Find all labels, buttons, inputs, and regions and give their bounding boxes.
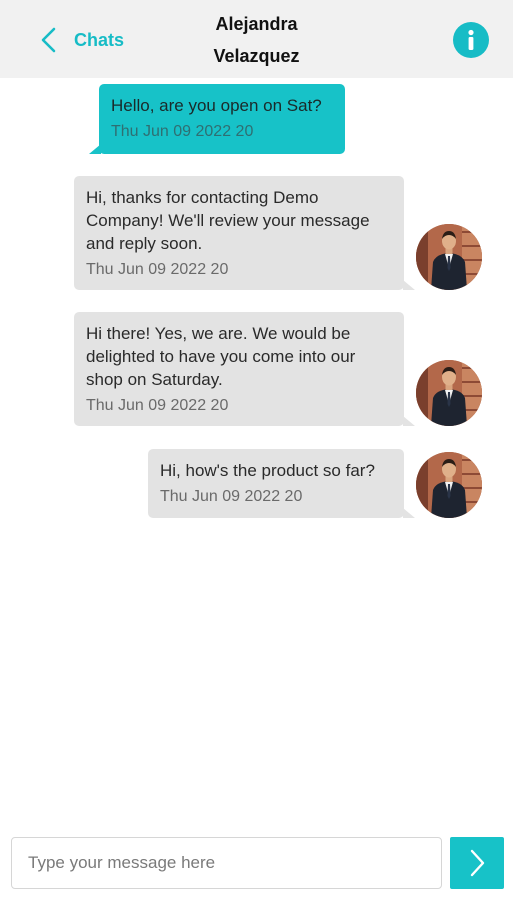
message-text: Hello, are you open on Sat? [111, 96, 322, 115]
message-timestamp: Thu Jun 09 2022 20 [160, 488, 303, 505]
message-text: Hi, thanks for contacting Demo Company! … [86, 188, 370, 253]
chevron-left-icon [41, 27, 56, 53]
avatar-image [416, 452, 482, 518]
contact-name-line2: Velazquez [213, 46, 300, 66]
contact-name: Alejandra Velazquez [160, 8, 353, 72]
avatar[interactable] [416, 452, 482, 518]
message-timestamp: Thu Jun 09 2022 20 [86, 261, 229, 278]
info-button[interactable] [453, 22, 489, 58]
message-input[interactable] [11, 837, 442, 889]
message-timestamp: Thu Jun 09 2022 20 [86, 397, 229, 414]
bubble-tail [403, 280, 415, 290]
message-bubble-outgoing[interactable]: Hello, are you open on Sat? Thu Jun 09 2… [99, 84, 345, 154]
avatar[interactable] [416, 360, 482, 426]
back-label: Chats [74, 29, 125, 50]
chevron-right-icon [470, 849, 485, 877]
avatar-image [416, 224, 482, 290]
back-button[interactable]: Chats [38, 24, 124, 56]
avatar-image [416, 360, 482, 426]
send-button[interactable] [450, 837, 504, 889]
avatar[interactable] [416, 224, 482, 290]
contact-name-line1: Alejandra [215, 14, 298, 34]
bubble-tail [403, 416, 415, 426]
bubble-tail [403, 508, 415, 518]
message-timestamp: Thu Jun 09 2022 20 [111, 123, 254, 140]
message-text: Hi, how's the product so far? [160, 461, 375, 480]
message-text: Hi there! Yes, we are. We would be delig… [86, 324, 356, 389]
chat-header: Chats Alejandra Velazquez [0, 0, 513, 78]
info-icon [468, 29, 474, 50]
message-bubble-incoming[interactable]: Hi there! Yes, we are. We would be delig… [74, 312, 404, 426]
message-bubble-incoming[interactable]: Hi, thanks for contacting Demo Company! … [74, 176, 404, 290]
message-bubble-incoming[interactable]: Hi, how's the product so far? Thu Jun 09… [148, 449, 404, 518]
